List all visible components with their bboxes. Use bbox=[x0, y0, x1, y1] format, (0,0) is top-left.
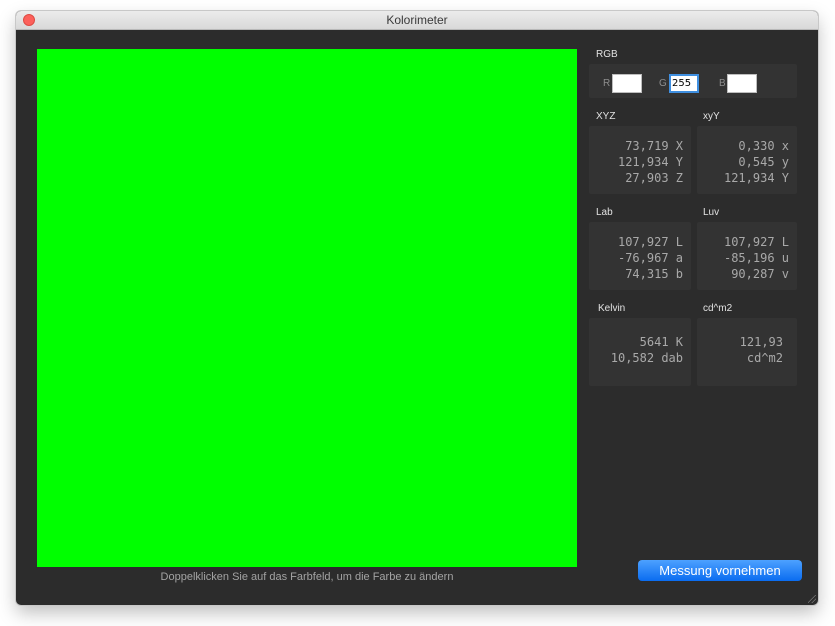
luminance-heading: cd^m2 bbox=[703, 303, 733, 314]
title-bar[interactable]: Kolorimeter bbox=[16, 11, 818, 30]
kelvin-value: 5641 K bbox=[639, 335, 683, 349]
luv-u-value: -85,196 u bbox=[723, 251, 789, 265]
lab-l-value: 107,927 L bbox=[617, 235, 683, 249]
luminance-panel: 121,93 cd^m2 bbox=[697, 318, 797, 386]
resize-grip-icon[interactable] bbox=[808, 595, 816, 603]
lab-heading: Lab bbox=[596, 207, 613, 218]
luminance-unit: cd^m2 bbox=[746, 351, 783, 365]
xyy-Y-value: 121,934 Y bbox=[723, 171, 789, 185]
b-label: B bbox=[719, 78, 726, 89]
xyy-y-value: 0,545 y bbox=[738, 155, 789, 169]
g-input[interactable] bbox=[669, 74, 699, 93]
luv-v-value: 90,287 v bbox=[731, 267, 789, 281]
close-window-button[interactable] bbox=[23, 14, 35, 26]
rgb-panel: R G B bbox=[589, 64, 797, 98]
xyy-panel: 0,330 x 0,545 y 121,934 Y bbox=[697, 126, 797, 194]
measure-button[interactable]: Messung vornehmen bbox=[638, 560, 802, 581]
xyz-panel: 73,719 X 121,934 Y 27,903 Z bbox=[589, 126, 691, 194]
rgb-heading: RGB bbox=[596, 49, 618, 60]
xyz-x-value: 73,719 X bbox=[625, 139, 683, 153]
r-label: R bbox=[603, 78, 611, 89]
color-swatch[interactable] bbox=[37, 49, 577, 567]
dab-value: 10,582 dab bbox=[610, 351, 683, 365]
xyy-x-value: 0,330 x bbox=[738, 139, 789, 153]
xyz-heading: XYZ bbox=[596, 111, 616, 122]
swatch-hint-text: Doppelklicken Sie auf das Farbfeld, um d… bbox=[160, 571, 454, 583]
lab-a-value: -76,967 a bbox=[617, 251, 683, 265]
luv-l-value: 107,927 L bbox=[723, 235, 789, 249]
lab-b-value: 74,315 b bbox=[625, 267, 683, 281]
luminance-value: 121,93 bbox=[739, 335, 783, 349]
kelvin-heading: Kelvin bbox=[598, 303, 626, 314]
kelvin-panel: 5641 K 10,582 dab bbox=[589, 318, 691, 386]
b-input[interactable] bbox=[727, 74, 757, 93]
kolorimeter-window: Kolorimeter Doppelklicken Sie auf das Fa… bbox=[16, 11, 818, 605]
g-label: G bbox=[659, 78, 667, 89]
xyz-z-value: 27,903 Z bbox=[625, 171, 683, 185]
lab-panel: 107,927 L -76,967 a 74,315 b bbox=[589, 222, 691, 290]
window-title: Kolorimeter bbox=[386, 13, 448, 27]
luv-panel: 107,927 L -85,196 u 90,287 v bbox=[697, 222, 797, 290]
r-input[interactable] bbox=[612, 74, 642, 93]
xyy-heading: xyY bbox=[703, 111, 720, 122]
luv-heading: Luv bbox=[703, 207, 720, 218]
xyz-y-value: 121,934 Y bbox=[617, 155, 683, 169]
